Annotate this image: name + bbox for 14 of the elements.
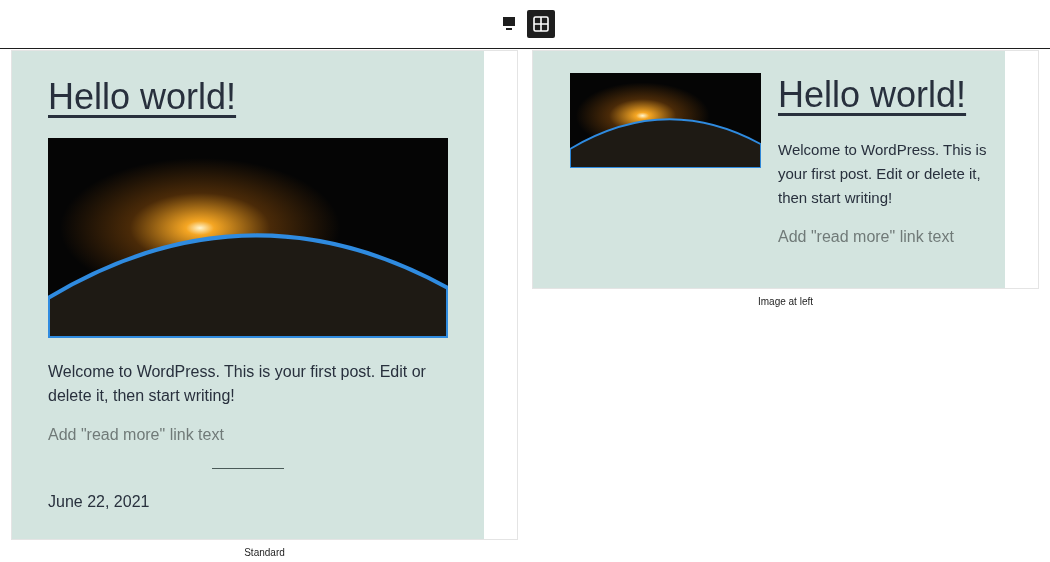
post-title-link[interactable]: Hello world!	[48, 75, 237, 119]
pattern-preview[interactable]: Hello world! Welcome to WordPress. This is your first post. Edit or delete it, then start writing! Add "read more" link text June 22, 2021	[11, 50, 518, 540]
pattern-caption: Image at left	[758, 296, 813, 307]
monitor-icon	[503, 17, 515, 31]
grid-view-button[interactable]	[527, 10, 555, 38]
pattern-preview[interactable]: Hello world! Welcome to WordPress. This is your first post. Edit or delete it, then start writing! Add "read more" link text	[532, 50, 1039, 289]
read-more-field[interactable]: Add "read more" link text	[778, 228, 993, 247]
read-more-field[interactable]: Add "read more" link text	[48, 426, 448, 445]
post-date: June 22, 2021	[48, 493, 151, 512]
pattern-caption: Standard	[244, 547, 285, 558]
grid-icon	[533, 16, 549, 32]
post-title-link[interactable]: Hello world!	[778, 73, 967, 117]
post-excerpt: Welcome to WordPress. This is your first post. Edit or delete it, then start writing!	[48, 362, 427, 407]
post-excerpt: Welcome to WordPress. This is your first post. Edit or delete it, then start writing!	[778, 140, 988, 209]
